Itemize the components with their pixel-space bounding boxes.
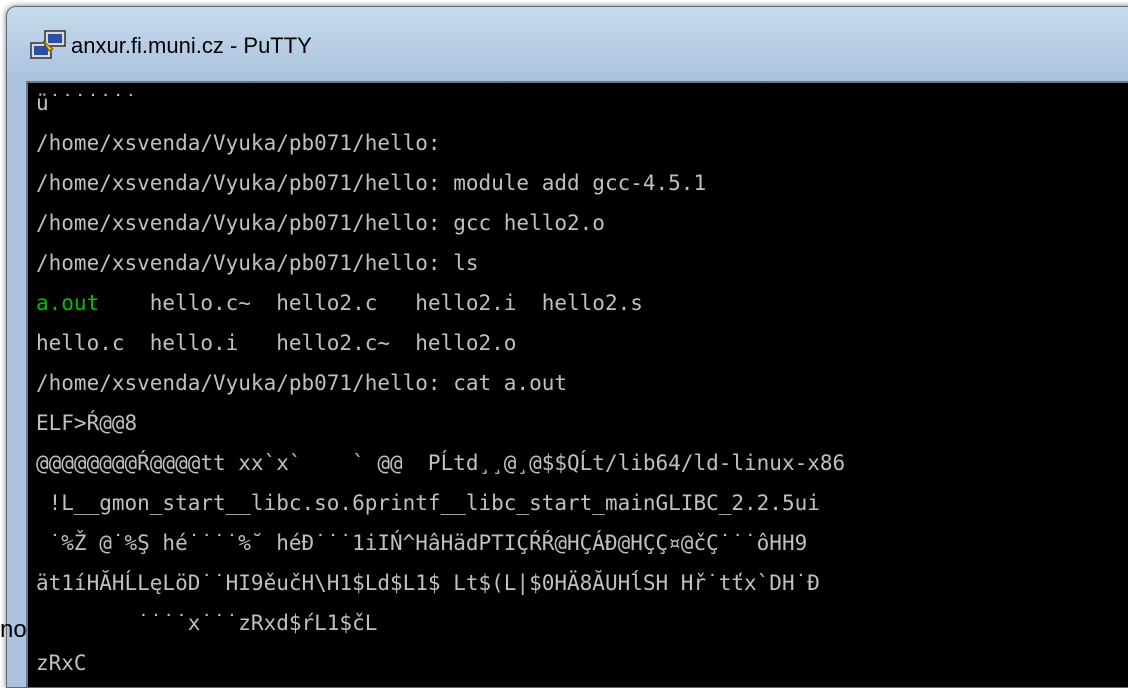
terminal-line: hello.c hello.i hello2.c~ hello2.o [36, 331, 517, 355]
terminal-area[interactable]: ü˙˙˙˙˙˙˙ /home/xsvenda/Vyuka/pb071/hello… [26, 81, 1128, 687]
slide-caption: no programování [0, 616, 182, 643]
terminal-line: ü˙˙˙˙˙˙˙ [36, 91, 138, 115]
terminal-line: /home/xsvenda/Vyuka/pb071/hello: gcc hel… [36, 211, 605, 235]
title-bar[interactable]: anxur.fi.muni.cz - PuTTY [7, 7, 1128, 81]
executable-filename: a.out [36, 291, 100, 315]
putty-window: anxur.fi.muni.cz - PuTTY ü˙˙˙˙˙˙˙ /home/… [6, 6, 1128, 688]
putty-icon[interactable] [29, 29, 67, 63]
terminal-line: /home/xsvenda/Vyuka/pb071/hello: ls [36, 251, 479, 275]
window-title: anxur.fi.muni.cz - PuTTY [71, 33, 312, 58]
terminal-line: ˙%Ž @˙%Ş hé˙˙˙˙%˘ héĐ˙˙˙1iIŃ^HâHädPTIÇŔŔ… [36, 531, 808, 555]
terminal-line: zRxC [36, 651, 87, 675]
terminal-line: ät1íHĂHĹLęLöD˙˙HI9ěučH\H1$Ld$L1$ Lt$(L|$… [36, 571, 820, 595]
terminal-line: ELF>Ŕ@@8 [36, 411, 138, 435]
terminal-line: @@@@@@@@Ŕ@@@@tt xx`x` ` @@ PĹtd¸¸@¸@$$QĹ… [36, 451, 846, 475]
terminal-line: /home/xsvenda/Vyuka/pb071/hello: [36, 131, 441, 155]
terminal-line: !L__gmon_start__libc.so.6printf__libc_st… [36, 491, 820, 515]
terminal-line: /home/xsvenda/Vyuka/pb071/hello: cat a.o… [36, 371, 568, 395]
terminal-line-ls-output: a.out hello.c~ hello2.c hello2.i hello2.… [36, 283, 643, 323]
terminal-line: /home/xsvenda/Vyuka/pb071/hello: module … [36, 171, 707, 195]
ls-filenames: hello.c~ hello2.c hello2.i hello2.s [99, 291, 643, 315]
